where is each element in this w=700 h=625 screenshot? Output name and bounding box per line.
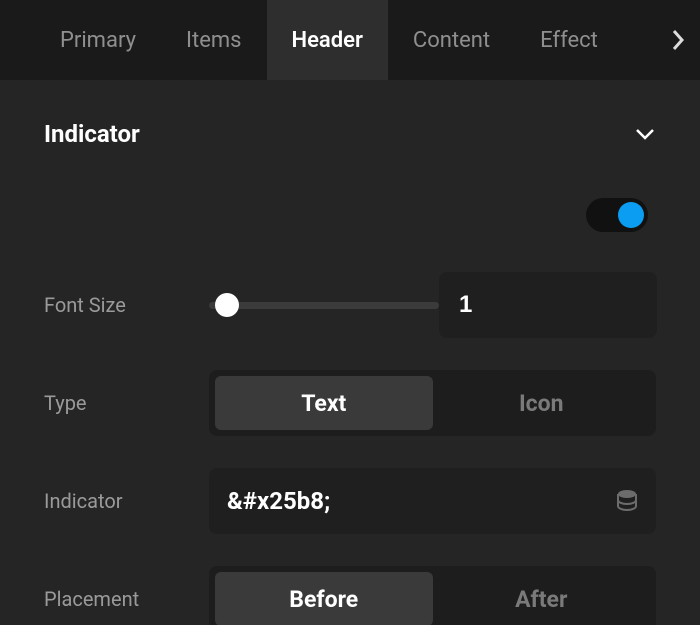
slider-track [209,302,439,309]
placement-option-before[interactable]: Before [215,572,433,625]
type-option-icon[interactable]: Icon [433,376,651,430]
indicator-toggle[interactable] [586,198,648,232]
tab-header[interactable]: Header [267,0,388,80]
tabs-scroll-right[interactable] [656,0,700,80]
font-size-label: Font Size [44,293,209,317]
section-title: Indicator [44,120,140,148]
font-size-value-box: em [439,272,657,338]
indicator-label: Indicator [44,489,209,513]
panel-body: Indicator Font Size em Type Text Icon In… [0,80,700,625]
tab-bar: Primary Items Header Content Effect [0,0,700,80]
section-header[interactable]: Indicator [44,120,656,148]
tab-content[interactable]: Content [388,0,515,80]
type-segmented: Text Icon [209,370,656,436]
tab-primary[interactable]: Primary [0,0,161,80]
font-size-input[interactable] [439,272,700,338]
database-icon[interactable] [616,489,638,513]
chevron-down-icon [634,127,656,141]
toggle-thumb [618,202,644,228]
chevron-right-icon [671,28,685,52]
placement-option-after[interactable]: After [433,572,651,625]
placement-segmented: Before After [209,566,656,625]
slider-thumb[interactable] [215,293,239,317]
font-size-slider[interactable] [209,285,439,325]
placement-label: Placement [44,587,209,611]
type-option-text[interactable]: Text [215,376,433,430]
tab-effect[interactable]: Effect [515,0,623,80]
type-label: Type [44,391,209,415]
indicator-input[interactable] [227,487,616,515]
tab-items[interactable]: Items [161,0,267,80]
